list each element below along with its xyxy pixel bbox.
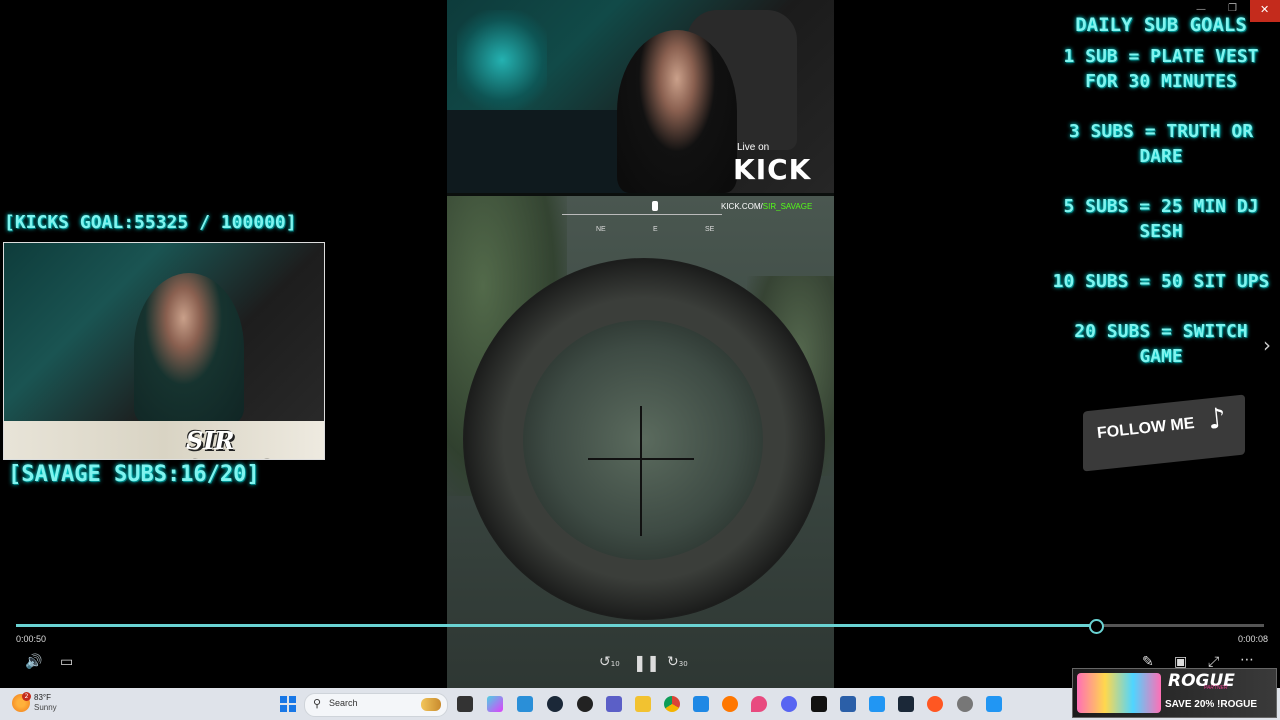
- streamer: [617, 30, 737, 193]
- seek-thumb[interactable]: [1088, 619, 1104, 634]
- start-button[interactable]: [280, 696, 296, 712]
- compass-ne: NE: [596, 226, 606, 233]
- webcam-top: Live on KICK: [447, 0, 834, 193]
- kick-url-prefix: KICK.COM/: [721, 202, 763, 211]
- volume-icon[interactable]: 🔊: [25, 654, 42, 670]
- scope-lens: [523, 320, 763, 560]
- photos-icon[interactable]: [693, 696, 709, 712]
- copilot-icon[interactable]: [487, 696, 503, 712]
- obs-icon[interactable]: [577, 696, 593, 712]
- kick-url: KICK.COM/SIR_SAVAGE: [721, 202, 812, 211]
- notification-badge: 2: [22, 692, 31, 701]
- arrow-app-icon[interactable]: [547, 696, 563, 712]
- temperature: 83°F: [34, 693, 51, 702]
- search-placeholder: Search: [329, 698, 358, 708]
- seek-progress: [16, 624, 1096, 627]
- promo-offer: SAVE 20% !ROGUE: [1165, 699, 1258, 710]
- forward-button[interactable]: ↻30: [667, 654, 688, 670]
- capcut-icon[interactable]: [811, 696, 827, 712]
- search-box[interactable]: ⚲ Search: [304, 693, 448, 717]
- file-explorer-icon[interactable]: [635, 696, 651, 712]
- weather-condition: Sunny: [34, 703, 57, 712]
- discord-icon[interactable]: [781, 696, 797, 712]
- elapsed-time: 0:00:50: [16, 634, 47, 644]
- close-icon: ✕: [1260, 3, 1270, 16]
- rogue-promo: ROGUE PARTNER SAVE 20% !ROGUE: [1072, 668, 1277, 718]
- goals-title: DAILY SUB GOALS: [1075, 14, 1247, 36]
- next-arrow-icon[interactable]: ›: [1263, 333, 1271, 357]
- product-cans: [1077, 673, 1161, 713]
- compass-marker: [652, 201, 658, 211]
- rewind-label: 10: [610, 660, 620, 668]
- notes-icon[interactable]: [869, 696, 885, 712]
- remaining-time: 0:00:08: [1238, 634, 1269, 644]
- browser-icon[interactable]: [927, 696, 943, 712]
- maps-pin-icon[interactable]: [751, 696, 767, 712]
- restore-icon[interactable]: ❐: [1228, 3, 1237, 14]
- media-player-icon[interactable]: [986, 696, 1002, 712]
- goal-item: 5 SUBS = 25 MIN DJ SESH: [1063, 196, 1259, 242]
- minimize-icon[interactable]: —: [1196, 4, 1206, 15]
- app-icon[interactable]: [840, 696, 856, 712]
- pause-button[interactable]: ❚❚: [633, 653, 660, 672]
- search-icon: ⚲: [313, 697, 322, 710]
- crosshair-vertical: [640, 406, 642, 536]
- tiktok-icon: ♪: [1206, 401, 1228, 436]
- goal-item: 3 SUBS = TRUTH OR DARE: [1068, 121, 1254, 167]
- stream-video[interactable]: Live on KICK KICK.COM/SIR_SAVAGE NE E SE: [447, 0, 834, 688]
- streamer-left: [134, 273, 244, 423]
- goal-item: 1 SUB = PLATE VEST FOR 30 MINUTES: [1063, 46, 1259, 92]
- game-view: KICK.COM/SIR_SAVAGE NE E SE: [447, 196, 834, 688]
- light-glow: [457, 10, 547, 110]
- desktop-icon[interactable]: [517, 696, 533, 712]
- close-button[interactable]: ✕: [1250, 0, 1280, 22]
- banner-name: SIR SAVAGE: [186, 426, 294, 459]
- weather-widget[interactable]: 2 83°F Sunny: [12, 692, 72, 718]
- more-options-icon[interactable]: ⋯: [1240, 652, 1254, 668]
- task-view-icon[interactable]: [457, 696, 473, 712]
- forward-label: 30: [678, 660, 688, 668]
- settings-gear-icon[interactable]: [957, 696, 973, 712]
- compass-bar: [562, 214, 722, 215]
- kicks-goal: [KICKS GOAL:55325 / 100000]: [4, 212, 297, 233]
- compass-e: E: [653, 226, 658, 233]
- seek-bar[interactable]: [16, 619, 1264, 634]
- compass-se: SE: [705, 226, 715, 233]
- grid-app-icon[interactable]: [606, 696, 622, 712]
- kick-url-handle: SIR_SAVAGE: [762, 202, 813, 211]
- steam-icon[interactable]: [898, 696, 914, 712]
- live-on-label: Live on: [737, 142, 770, 153]
- soundcloud-icon[interactable]: [722, 696, 738, 712]
- goal-item: 10 SUBS = 50 SIT UPS: [1052, 271, 1270, 292]
- search-highlight-icon: [421, 698, 441, 711]
- webcam-left: SIR SAVAGE: [3, 242, 325, 460]
- goal-item: 20 SUBS = SWITCH GAME: [1074, 321, 1248, 367]
- savage-subs: [SAVAGE SUBS:16/20]: [8, 462, 260, 487]
- chrome-icon[interactable]: [664, 696, 680, 712]
- rewind-button[interactable]: ↺10: [599, 654, 620, 670]
- daily-sub-goals: DAILY SUB GOALS 1 SUB = PLATE VEST FOR 3…: [1050, 14, 1272, 394]
- promo-tag: PARTNER: [1204, 685, 1228, 691]
- captions-icon[interactable]: ▭: [60, 654, 73, 670]
- kick-logo: KICK: [733, 153, 812, 186]
